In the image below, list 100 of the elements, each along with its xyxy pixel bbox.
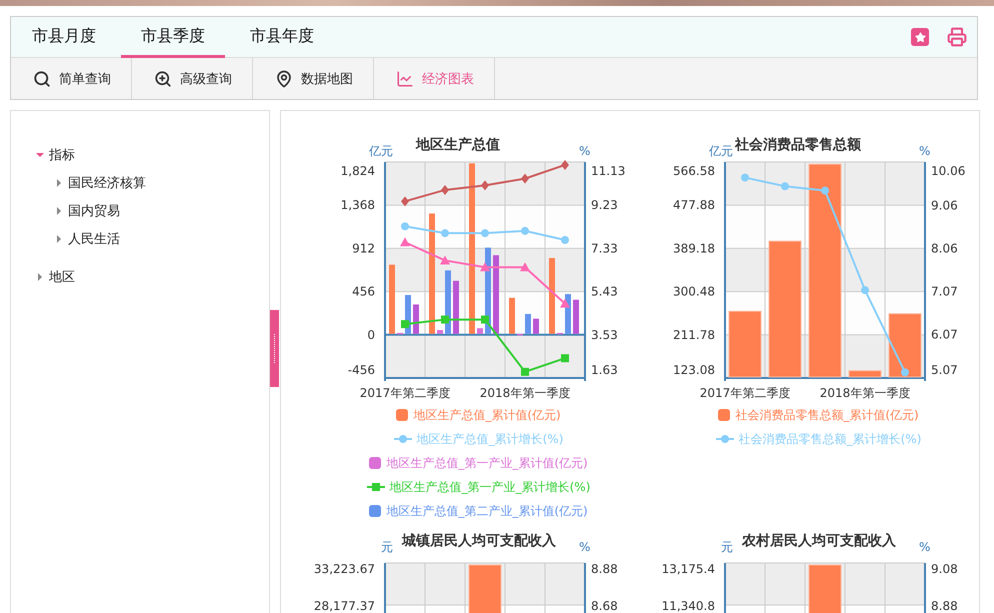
chart-title: 农村居民人均可支配收入 <box>742 533 896 549</box>
legend-square-icon <box>368 456 382 470</box>
point <box>821 186 829 195</box>
axis-label: 33,223.67 <box>314 562 375 576</box>
axis-unit: 元 <box>721 540 733 554</box>
point <box>481 316 489 324</box>
chart-bar <box>413 304 419 334</box>
chart-bar <box>477 328 483 334</box>
point <box>901 368 909 376</box>
toolbar-button[interactable]: 高级查询 <box>132 58 253 99</box>
axis-label: 8.06 <box>931 242 958 256</box>
chart-title: 城镇居民人均可支配收入 <box>402 533 556 549</box>
axis-label: 9.08 <box>931 562 958 576</box>
toolbar-button[interactable]: 简单查询 <box>11 58 132 99</box>
point <box>521 226 529 235</box>
chart-title: 地区生产总值 <box>416 137 500 153</box>
axis-line <box>384 563 386 613</box>
splitter-handle[interactable] <box>270 310 279 387</box>
point <box>561 354 569 362</box>
tree-item[interactable]: 人民生活 <box>68 230 120 248</box>
point <box>520 262 530 272</box>
tab[interactable]: 市县月度 <box>12 17 116 58</box>
point <box>521 174 529 184</box>
point <box>561 236 569 244</box>
axis-unit: % <box>919 540 930 554</box>
chart-bar <box>389 264 395 334</box>
axis-line <box>584 563 586 613</box>
axis-label: 1.63 <box>591 363 618 377</box>
axis-label: 2017年第二季度 <box>700 386 790 400</box>
star-icon <box>914 32 926 42</box>
axis-label: 8.88 <box>591 562 618 576</box>
axis-line <box>924 563 926 613</box>
axis-label: 5.07 <box>931 363 958 377</box>
axis-unit: 元 <box>381 540 393 554</box>
caret-right-icon[interactable] <box>55 179 63 187</box>
tree-item[interactable]: 国民经济核算 <box>68 174 146 192</box>
axis-label: 1,824 <box>340 164 375 178</box>
chart-bar <box>848 370 882 378</box>
point <box>441 229 449 238</box>
chart-title: 社会消费品零售总额 <box>735 137 861 153</box>
axis-label: 9.23 <box>591 198 618 212</box>
axis-label: 6.07 <box>931 328 958 342</box>
axis-label: 8.88 <box>931 599 958 613</box>
point <box>401 222 409 230</box>
axis-label: 912 <box>352 241 375 256</box>
point <box>521 368 529 376</box>
favorite-button[interactable] <box>911 28 929 46</box>
tree-item[interactable]: 地区 <box>49 268 75 286</box>
chart-bar <box>573 300 579 334</box>
legend-line-icon <box>366 482 386 492</box>
axis-label: 300.48 <box>673 284 715 299</box>
chart-bar <box>808 564 842 613</box>
axis-label: 456 <box>352 284 375 299</box>
chart-bar <box>468 564 502 613</box>
axis-label: 2018年第一季度 <box>820 386 910 400</box>
toolbar-button[interactable]: 数据地图 <box>253 58 374 99</box>
axis-label: 7.07 <box>931 284 958 298</box>
tree-item[interactable]: 指标 <box>49 146 75 164</box>
legend-line-icon <box>392 434 413 444</box>
caret-right-icon[interactable] <box>55 235 63 243</box>
point <box>861 286 869 294</box>
caret-right-icon[interactable] <box>55 207 63 215</box>
tab[interactable]: 市县年度 <box>230 17 334 58</box>
point <box>441 316 449 324</box>
legend-square-icon <box>395 408 410 422</box>
caret-down-icon[interactable] <box>36 151 44 159</box>
chart-bar <box>565 294 571 334</box>
zoom-in-icon <box>154 70 172 88</box>
map-pin-icon <box>275 70 293 88</box>
chart-bar <box>453 280 459 334</box>
point <box>481 229 489 238</box>
tree-item[interactable]: 国内贸易 <box>68 202 120 220</box>
axis-label: 7.33 <box>591 241 618 256</box>
axis-label: 11,340.8 <box>662 599 715 613</box>
axis-label: 123.08 <box>673 363 715 377</box>
axis-unit: % <box>579 144 590 158</box>
axis-unit: % <box>919 144 930 158</box>
point <box>480 262 490 272</box>
axis-label: 13,175.4 <box>662 562 715 576</box>
axis-unit: % <box>579 540 590 554</box>
print-icon[interactable] <box>947 27 967 47</box>
chart-bar <box>509 298 515 334</box>
axis-label: 389.18 <box>673 241 715 256</box>
point <box>481 180 489 190</box>
axis-label: 28,177.37 <box>314 599 375 613</box>
axis-label: 2017年第二季度 <box>360 386 450 400</box>
legend-line-icon <box>714 434 735 444</box>
axis-label: 477.88 <box>673 198 715 212</box>
axis-label: 5.43 <box>591 284 618 299</box>
axis-line <box>724 563 726 613</box>
axis-label: 211.78 <box>673 328 715 342</box>
axis-label: 0 <box>367 328 375 342</box>
legend-square-icon <box>368 504 382 518</box>
axis-unit: 亿元 <box>709 144 733 158</box>
point <box>561 160 569 170</box>
caret-right-icon[interactable] <box>36 273 44 281</box>
chart-bar <box>888 313 922 378</box>
legend-square-icon <box>717 408 732 422</box>
axis-label: 1,368 <box>340 198 375 212</box>
point <box>560 298 570 308</box>
